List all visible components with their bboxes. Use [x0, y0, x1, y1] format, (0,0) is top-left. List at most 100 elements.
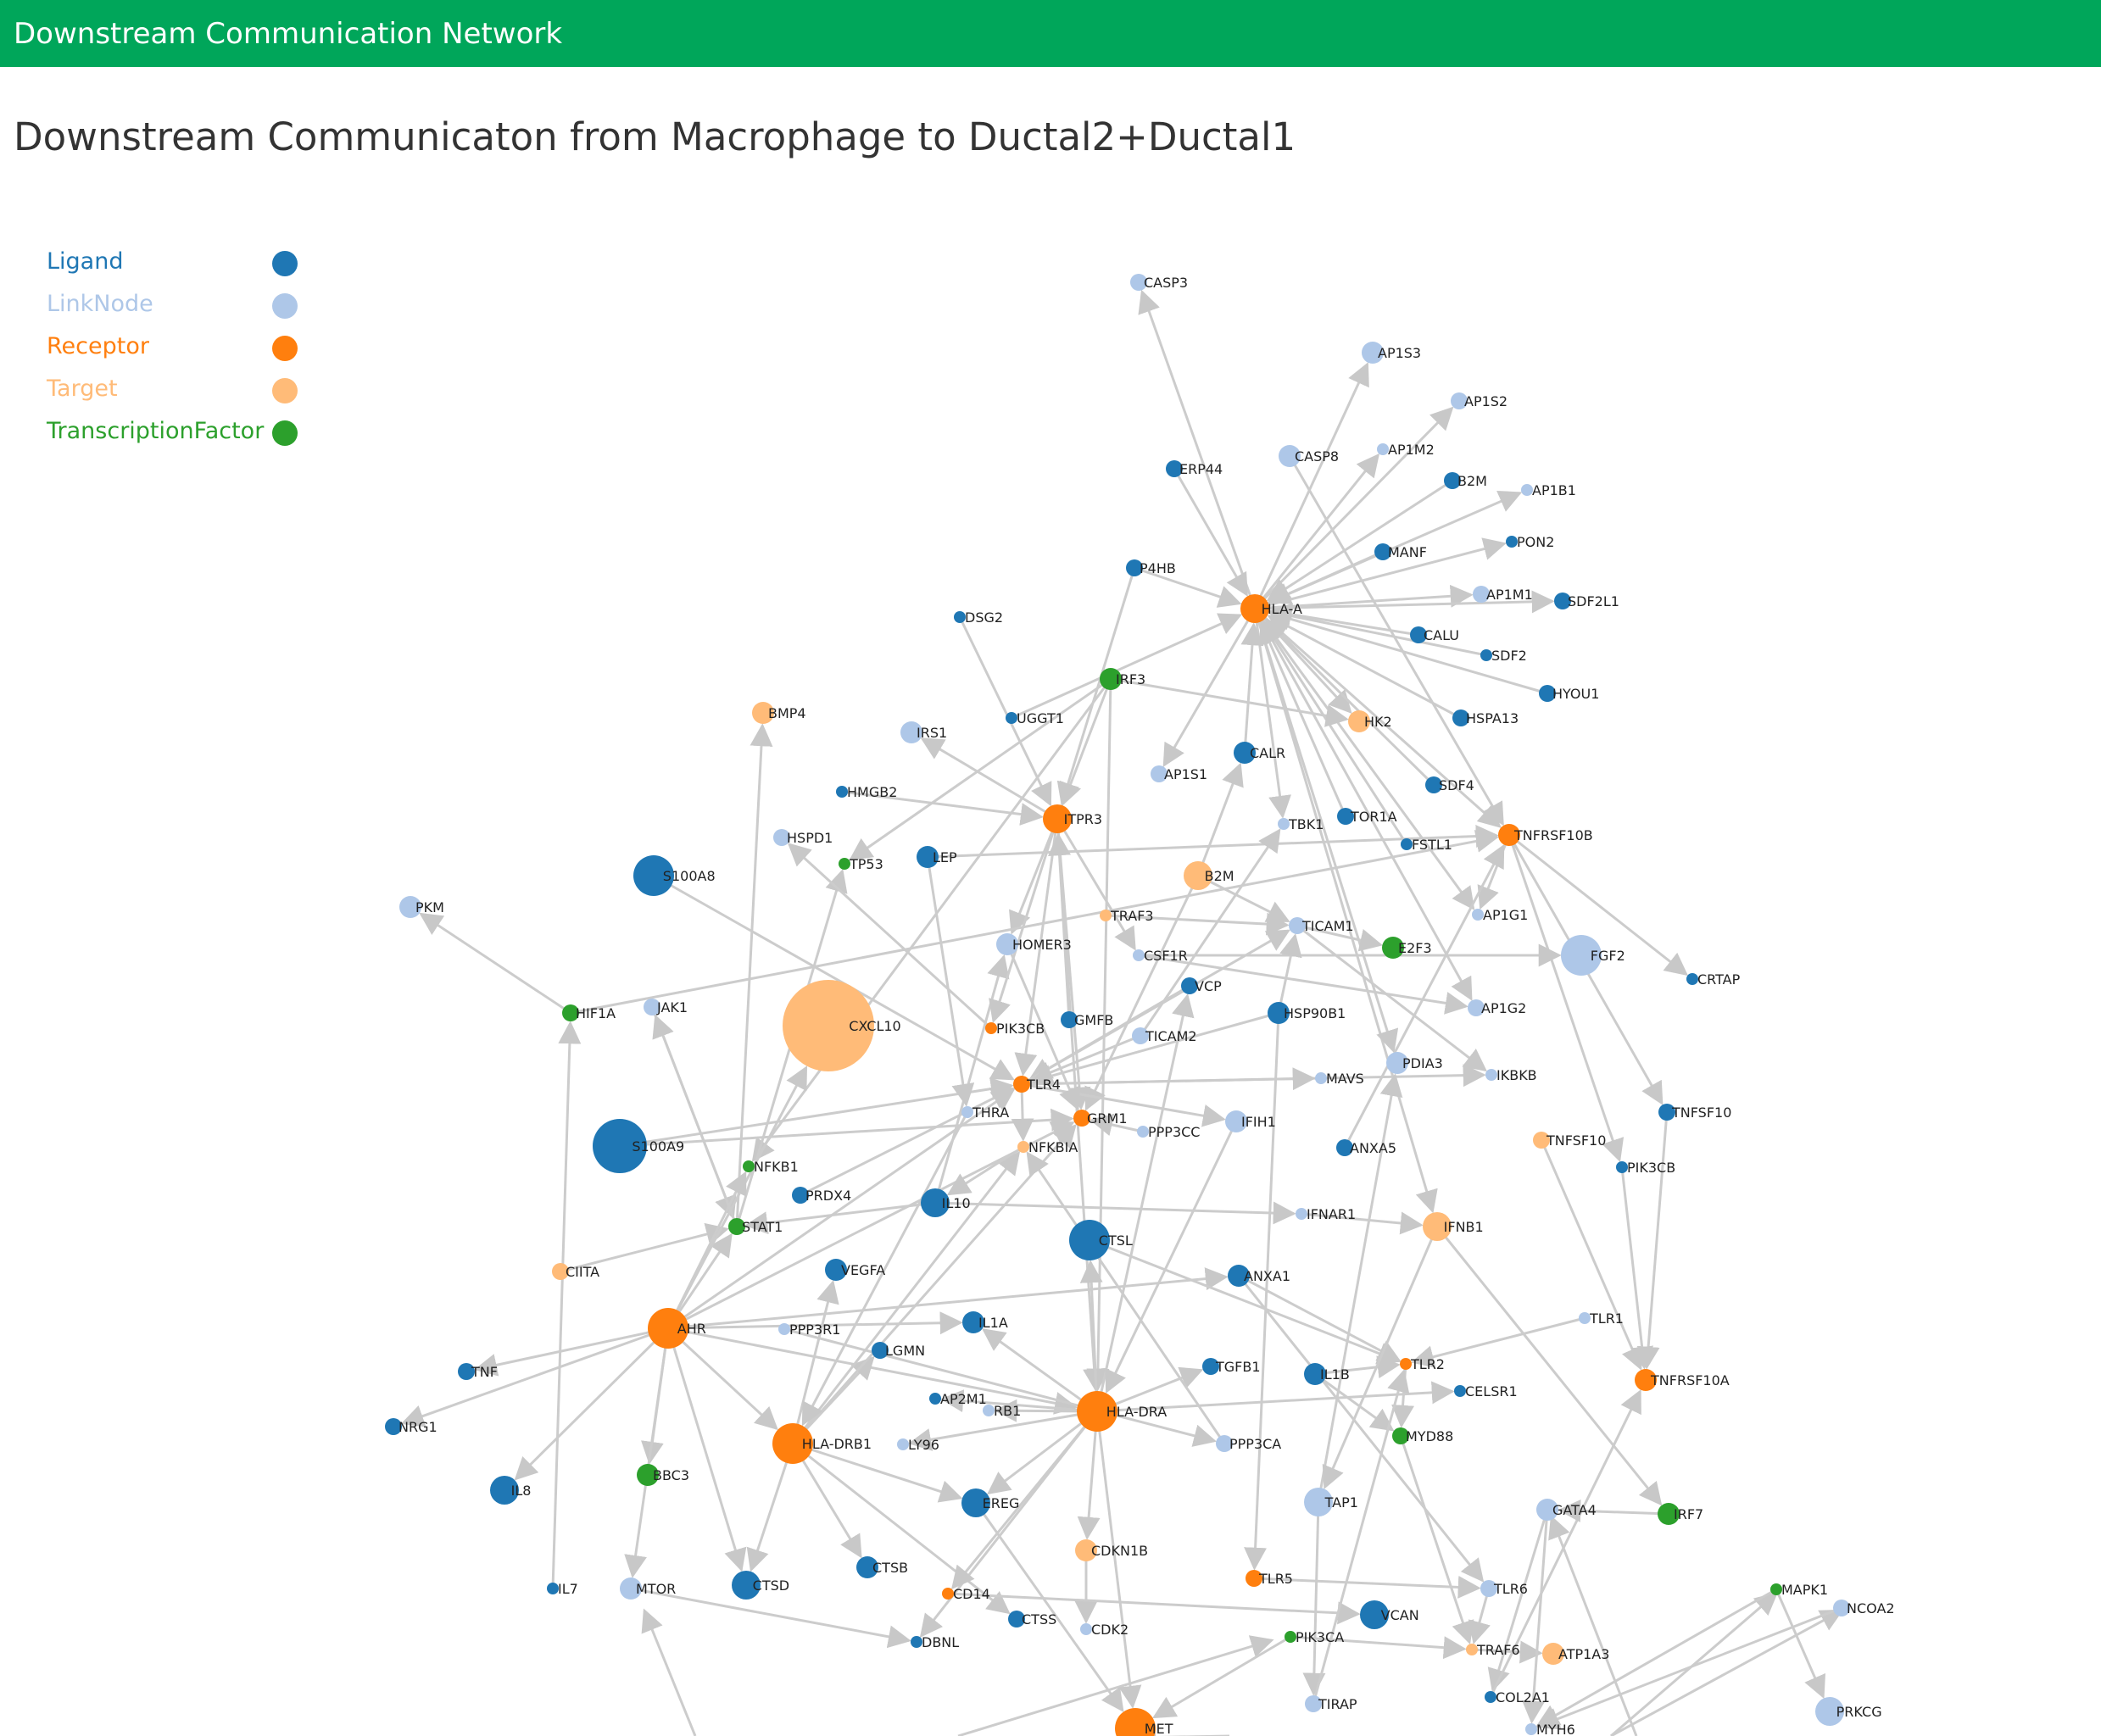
- network-node[interactable]: CDKN1B: [1075, 1539, 1148, 1561]
- network-node[interactable]: IRS1: [900, 721, 947, 743]
- network-node[interactable]: PPP3R1: [778, 1321, 840, 1338]
- network-node[interactable]: HMGB2: [836, 784, 897, 800]
- node-circle[interactable]: [983, 1405, 995, 1416]
- network-node[interactable]: PON2: [1506, 534, 1554, 550]
- network-node[interactable]: PKM: [399, 896, 444, 918]
- network-node[interactable]: TNFRSF10B: [1498, 824, 1593, 846]
- network-node[interactable]: TBK1: [1278, 816, 1324, 832]
- node-circle[interactable]: [1616, 1161, 1628, 1173]
- network-node[interactable]: IKBKB: [1485, 1067, 1537, 1083]
- network-node[interactable]: TLR4: [1013, 1076, 1061, 1093]
- network-node[interactable]: MAVS: [1315, 1071, 1364, 1087]
- node-circle[interactable]: [1017, 1141, 1029, 1153]
- network-node[interactable]: NCOA2: [1833, 1600, 1895, 1616]
- network-node[interactable]: TNF: [458, 1363, 498, 1380]
- network-graph[interactable]: CASP3 AP1S3 AP1S2 AP1M2 CASP8 ERP44 B2M AP1B1 PO…: [0, 0, 2101, 1736]
- node-circle[interactable]: [897, 1438, 909, 1450]
- node-circle[interactable]: [1296, 1208, 1307, 1220]
- node-circle[interactable]: [1100, 910, 1112, 921]
- node-circle[interactable]: [1377, 443, 1389, 455]
- node-circle[interactable]: [911, 1636, 922, 1648]
- network-node[interactable]: CTSD: [732, 1571, 789, 1600]
- node-circle[interactable]: [1137, 1126, 1149, 1138]
- network-node[interactable]: STAT1: [728, 1218, 783, 1235]
- network-node[interactable]: ANXA5: [1336, 1139, 1396, 1156]
- network-node[interactable]: AP1G1: [1472, 907, 1528, 923]
- network-node[interactable]: P4HB: [1126, 559, 1176, 576]
- network-node[interactable]: TNFRSF10A: [1635, 1369, 1730, 1391]
- network-node[interactable]: HK2: [1348, 710, 1392, 732]
- network-node[interactable]: CASP8: [1279, 445, 1339, 467]
- network-node[interactable]: S100A8: [633, 855, 716, 896]
- network-node[interactable]: IL7: [547, 1581, 578, 1597]
- node-circle[interactable]: [1485, 1069, 1497, 1081]
- network-node[interactable]: PIK3CA: [1285, 1629, 1344, 1645]
- network-node[interactable]: TGFB1: [1202, 1358, 1261, 1375]
- network-node[interactable]: UGGT1: [1006, 710, 1064, 726]
- network-node[interactable]: AP2M1: [929, 1391, 987, 1407]
- network-node[interactable]: ATP1A3: [1542, 1643, 1609, 1665]
- network-node[interactable]: NFKBIA: [1017, 1139, 1078, 1155]
- network-node[interactable]: LEP: [917, 846, 957, 868]
- network-node[interactable]: AP1M2: [1377, 442, 1435, 458]
- node-circle[interactable]: [961, 1106, 973, 1118]
- network-node[interactable]: SDF4: [1425, 776, 1474, 793]
- node-circle[interactable]: [1525, 1723, 1537, 1735]
- node-circle[interactable]: [1485, 1691, 1496, 1703]
- network-node[interactable]: HSPD1: [773, 829, 833, 846]
- network-node[interactable]: TP53: [839, 856, 883, 872]
- network-node[interactable]: NRG1: [385, 1418, 437, 1435]
- node-circle[interactable]: [1454, 1385, 1466, 1397]
- network-node[interactable]: CALU: [1410, 626, 1459, 643]
- network-node[interactable]: GRM1: [1073, 1110, 1128, 1127]
- network-node[interactable]: CRTAP: [1686, 971, 1741, 988]
- network-node[interactable]: IFNAR1: [1296, 1206, 1356, 1222]
- node-circle[interactable]: [985, 1022, 997, 1034]
- node-circle[interactable]: [1472, 909, 1484, 921]
- network-node[interactable]: IL8: [490, 1476, 531, 1505]
- network-node[interactable]: TRAF6: [1466, 1642, 1520, 1658]
- network-node[interactable]: S100A9: [593, 1119, 684, 1173]
- network-node[interactable]: PIK3CB: [985, 1021, 1045, 1037]
- network-node[interactable]: TAP1: [1304, 1488, 1358, 1516]
- node-circle[interactable]: [1400, 1358, 1412, 1370]
- node-circle[interactable]: [1080, 1623, 1092, 1635]
- network-node[interactable]: AP1S2: [1451, 392, 1507, 409]
- network-node[interactable]: BMP4: [752, 702, 806, 724]
- network-node[interactable]: HLA-DRB1: [772, 1423, 872, 1464]
- network-node[interactable]: HSPA13: [1452, 709, 1519, 726]
- network-node[interactable]: VCAN: [1360, 1600, 1419, 1629]
- network-node[interactable]: AP1B1: [1521, 482, 1576, 498]
- network-node[interactable]: TOR1A: [1337, 808, 1397, 825]
- network-node[interactable]: IFNB1: [1423, 1212, 1484, 1241]
- network-node[interactable]: AP1G2: [1468, 999, 1526, 1016]
- network-node[interactable]: HYOU1: [1539, 685, 1599, 702]
- network-node[interactable]: SDF2L1: [1554, 593, 1619, 609]
- network-node[interactable]: HSP90B1: [1268, 1002, 1346, 1024]
- network-node[interactable]: ITPR3: [1043, 804, 1102, 833]
- network-node[interactable]: DBNL: [911, 1634, 959, 1650]
- network-node[interactable]: HIF1A: [562, 1004, 616, 1021]
- network-node[interactable]: B2M: [1184, 861, 1234, 890]
- network-node[interactable]: IL1B: [1304, 1363, 1350, 1385]
- network-node[interactable]: TIRAP: [1305, 1695, 1357, 1712]
- network-node[interactable]: TICAM2: [1132, 1027, 1197, 1044]
- network-node[interactable]: CIITA: [552, 1263, 599, 1280]
- network-node[interactable]: DSG2: [954, 609, 1003, 626]
- network-node[interactable]: TRAF3: [1100, 908, 1154, 924]
- network-node[interactable]: E2F3: [1382, 937, 1432, 959]
- node-circle[interactable]: [1006, 712, 1017, 724]
- network-node[interactable]: MTOR: [620, 1577, 676, 1600]
- network-node[interactable]: CSF1R: [1133, 948, 1188, 964]
- node-circle[interactable]: [1579, 1312, 1591, 1324]
- node-circle[interactable]: [839, 858, 850, 870]
- node-circle[interactable]: [1133, 949, 1145, 961]
- network-node[interactable]: B2M: [1444, 472, 1487, 489]
- network-node[interactable]: CALR: [1234, 742, 1285, 764]
- network-node[interactable]: PPP3CC: [1137, 1124, 1200, 1140]
- network-node[interactable]: MANF: [1374, 543, 1427, 560]
- node-circle[interactable]: [836, 786, 848, 798]
- network-node[interactable]: IFIH1: [1225, 1110, 1276, 1132]
- node-circle[interactable]: [929, 1393, 941, 1405]
- node-circle[interactable]: [1521, 484, 1533, 496]
